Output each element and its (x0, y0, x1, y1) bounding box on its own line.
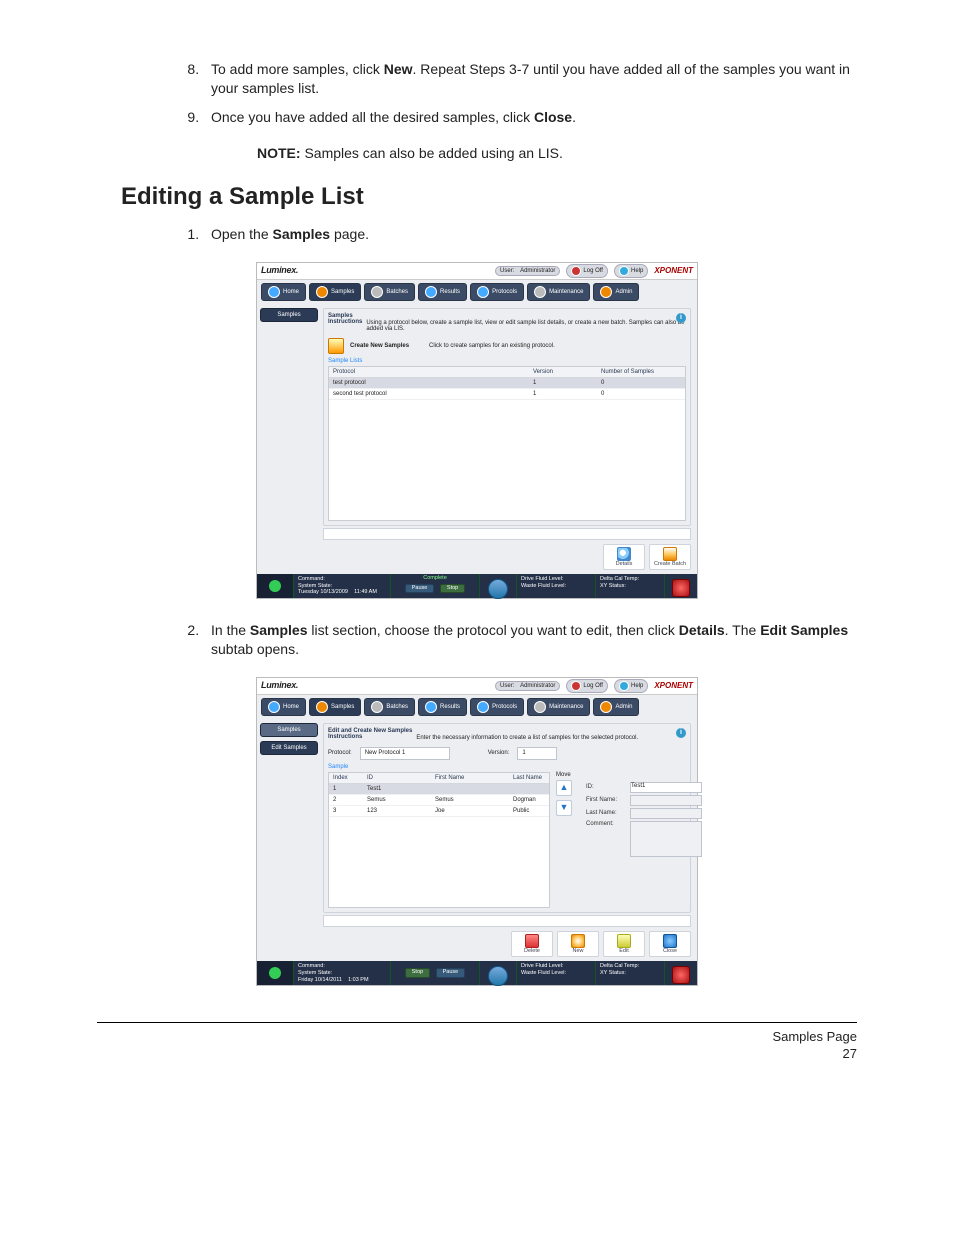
lastname-field[interactable] (630, 808, 702, 819)
col-first[interactable]: First Name (431, 773, 509, 783)
edit-button[interactable]: Edit (603, 931, 645, 958)
protocol-value: New Protocol 1 (360, 747, 450, 760)
tab-batches[interactable]: Batches (364, 283, 415, 301)
tab-admin[interactable]: Admin (593, 698, 639, 716)
tab-results[interactable]: Results (418, 283, 467, 301)
step-8: To add more samples, click New. Repeat S… (203, 60, 857, 98)
table-row[interactable]: 3123JoePublic (329, 806, 549, 817)
move-up-button[interactable]: ▲ (556, 780, 572, 796)
note: NOTE: Samples can also be added using an… (257, 145, 857, 161)
close-button[interactable]: Close (649, 931, 691, 958)
tab-home[interactable]: Home (261, 283, 306, 301)
user-indicator: User: Administrator (495, 266, 560, 276)
xponent-logo: XPONENT (654, 267, 693, 275)
col-last[interactable]: Last Name (509, 773, 549, 783)
status-bar: Command: System State: Friday 10/14/2011… (257, 961, 697, 985)
move-label: Move (556, 772, 686, 778)
table-row[interactable]: test protocol10 (329, 378, 685, 389)
logoff-button[interactable]: Log Off (566, 679, 608, 693)
delete-button[interactable]: Delete (511, 931, 553, 958)
create-batch-button[interactable]: Create Batch (649, 544, 691, 571)
panel-instructions-label: Instructions (328, 734, 412, 740)
create-samples-icon (328, 338, 344, 354)
tab-maintenance[interactable]: Maintenance (527, 698, 590, 716)
version-label: Version: (488, 750, 510, 756)
user-indicator: User: Administrator (495, 681, 560, 691)
brand-logo: Luminex. (261, 266, 298, 275)
xponent-logo: XPONENT (654, 682, 693, 690)
power-button[interactable] (672, 966, 690, 984)
create-hint: Click to create samples for an existing … (429, 343, 555, 349)
step-9: Once you have added all the desired samp… (203, 108, 857, 127)
tab-results[interactable]: Results (418, 698, 467, 716)
status-led (257, 574, 293, 598)
tab-samples[interactable]: Samples (309, 283, 361, 301)
brand-logo: Luminex. (261, 681, 298, 690)
panel-instructions-label: Instructions (328, 319, 362, 325)
panel-instructions-text: Using a protocol below, create a sample … (366, 313, 686, 332)
col-index[interactable]: Index (329, 773, 363, 783)
edit-step-1: Open the Samples page. (203, 225, 857, 244)
help-button[interactable]: Help (614, 679, 648, 693)
panel-instructions-text: Enter the necessary information to creat… (416, 728, 686, 741)
status-led (257, 961, 293, 985)
eject-button[interactable] (488, 966, 508, 986)
screenshot-edit-samples: Luminex. User: Administrator Log Off Hel… (256, 677, 698, 987)
sidebar-edit-samples[interactable]: Edit Samples (260, 741, 318, 755)
eject-button[interactable] (488, 579, 508, 599)
tab-samples[interactable]: Samples (309, 698, 361, 716)
sample-lists-label: Sample Lists (328, 358, 686, 364)
col-id[interactable]: ID (363, 773, 431, 783)
table-row[interactable]: 1Test1 (329, 784, 549, 795)
pause-button[interactable]: Pause (436, 968, 466, 978)
info-icon[interactable]: i (676, 313, 686, 323)
firstname-field[interactable] (630, 795, 702, 806)
col-number-samples[interactable]: Number of Samples (597, 367, 685, 377)
power-button[interactable] (672, 579, 690, 597)
col-version[interactable]: Version (529, 367, 597, 377)
comment-field[interactable] (630, 821, 702, 857)
table-row[interactable]: 2SemusSemusDogman (329, 795, 549, 806)
info-icon[interactable]: i (676, 728, 686, 738)
tab-batches[interactable]: Batches (364, 698, 415, 716)
details-button[interactable]: Details (603, 544, 645, 571)
help-button[interactable]: Help (614, 264, 648, 278)
edit-step-2: In the Samples list section, choose the … (203, 621, 857, 659)
tab-protocols[interactable]: Protocols (470, 283, 524, 301)
screenshot-samples-page: Luminex. User: Administrator Log Off Hel… (256, 262, 698, 600)
move-down-button[interactable]: ▼ (556, 800, 572, 816)
tab-maintenance[interactable]: Maintenance (527, 283, 590, 301)
tab-admin[interactable]: Admin (593, 283, 639, 301)
sidebar-samples[interactable]: Samples (260, 308, 318, 322)
tab-home[interactable]: Home (261, 698, 306, 716)
panel-title: Edit and Create New Samples (328, 728, 412, 734)
version-value: 1 (517, 747, 557, 760)
protocol-label: Protocol: (328, 750, 352, 756)
logoff-button[interactable]: Log Off (566, 264, 608, 278)
page-footer: Samples Page 27 (97, 1022, 857, 1063)
sample-fieldset-label: Sample (328, 764, 686, 770)
create-new-samples-button[interactable]: Create New Samples (350, 343, 409, 349)
table-row[interactable]: second test protocol10 (329, 389, 685, 400)
stop-button[interactable]: Stop (405, 968, 430, 978)
pause-button[interactable]: Pause (405, 584, 435, 594)
heading-editing-sample-list: Editing a Sample List (121, 183, 857, 211)
id-field[interactable]: Test1 (630, 782, 702, 793)
status-bar: Command: System State: Tuesday 10/13/200… (257, 574, 697, 598)
sample-lists-grid: Protocol Version Number of Samples test … (328, 366, 686, 521)
new-button[interactable]: New (557, 931, 599, 958)
sample-grid: Index ID First Name Last Name 1Test1 2Se… (328, 772, 550, 908)
col-protocol[interactable]: Protocol (329, 367, 529, 377)
sidebar-samples[interactable]: Samples (260, 723, 318, 737)
tab-protocols[interactable]: Protocols (470, 698, 524, 716)
stop-button[interactable]: Stop (440, 584, 465, 594)
